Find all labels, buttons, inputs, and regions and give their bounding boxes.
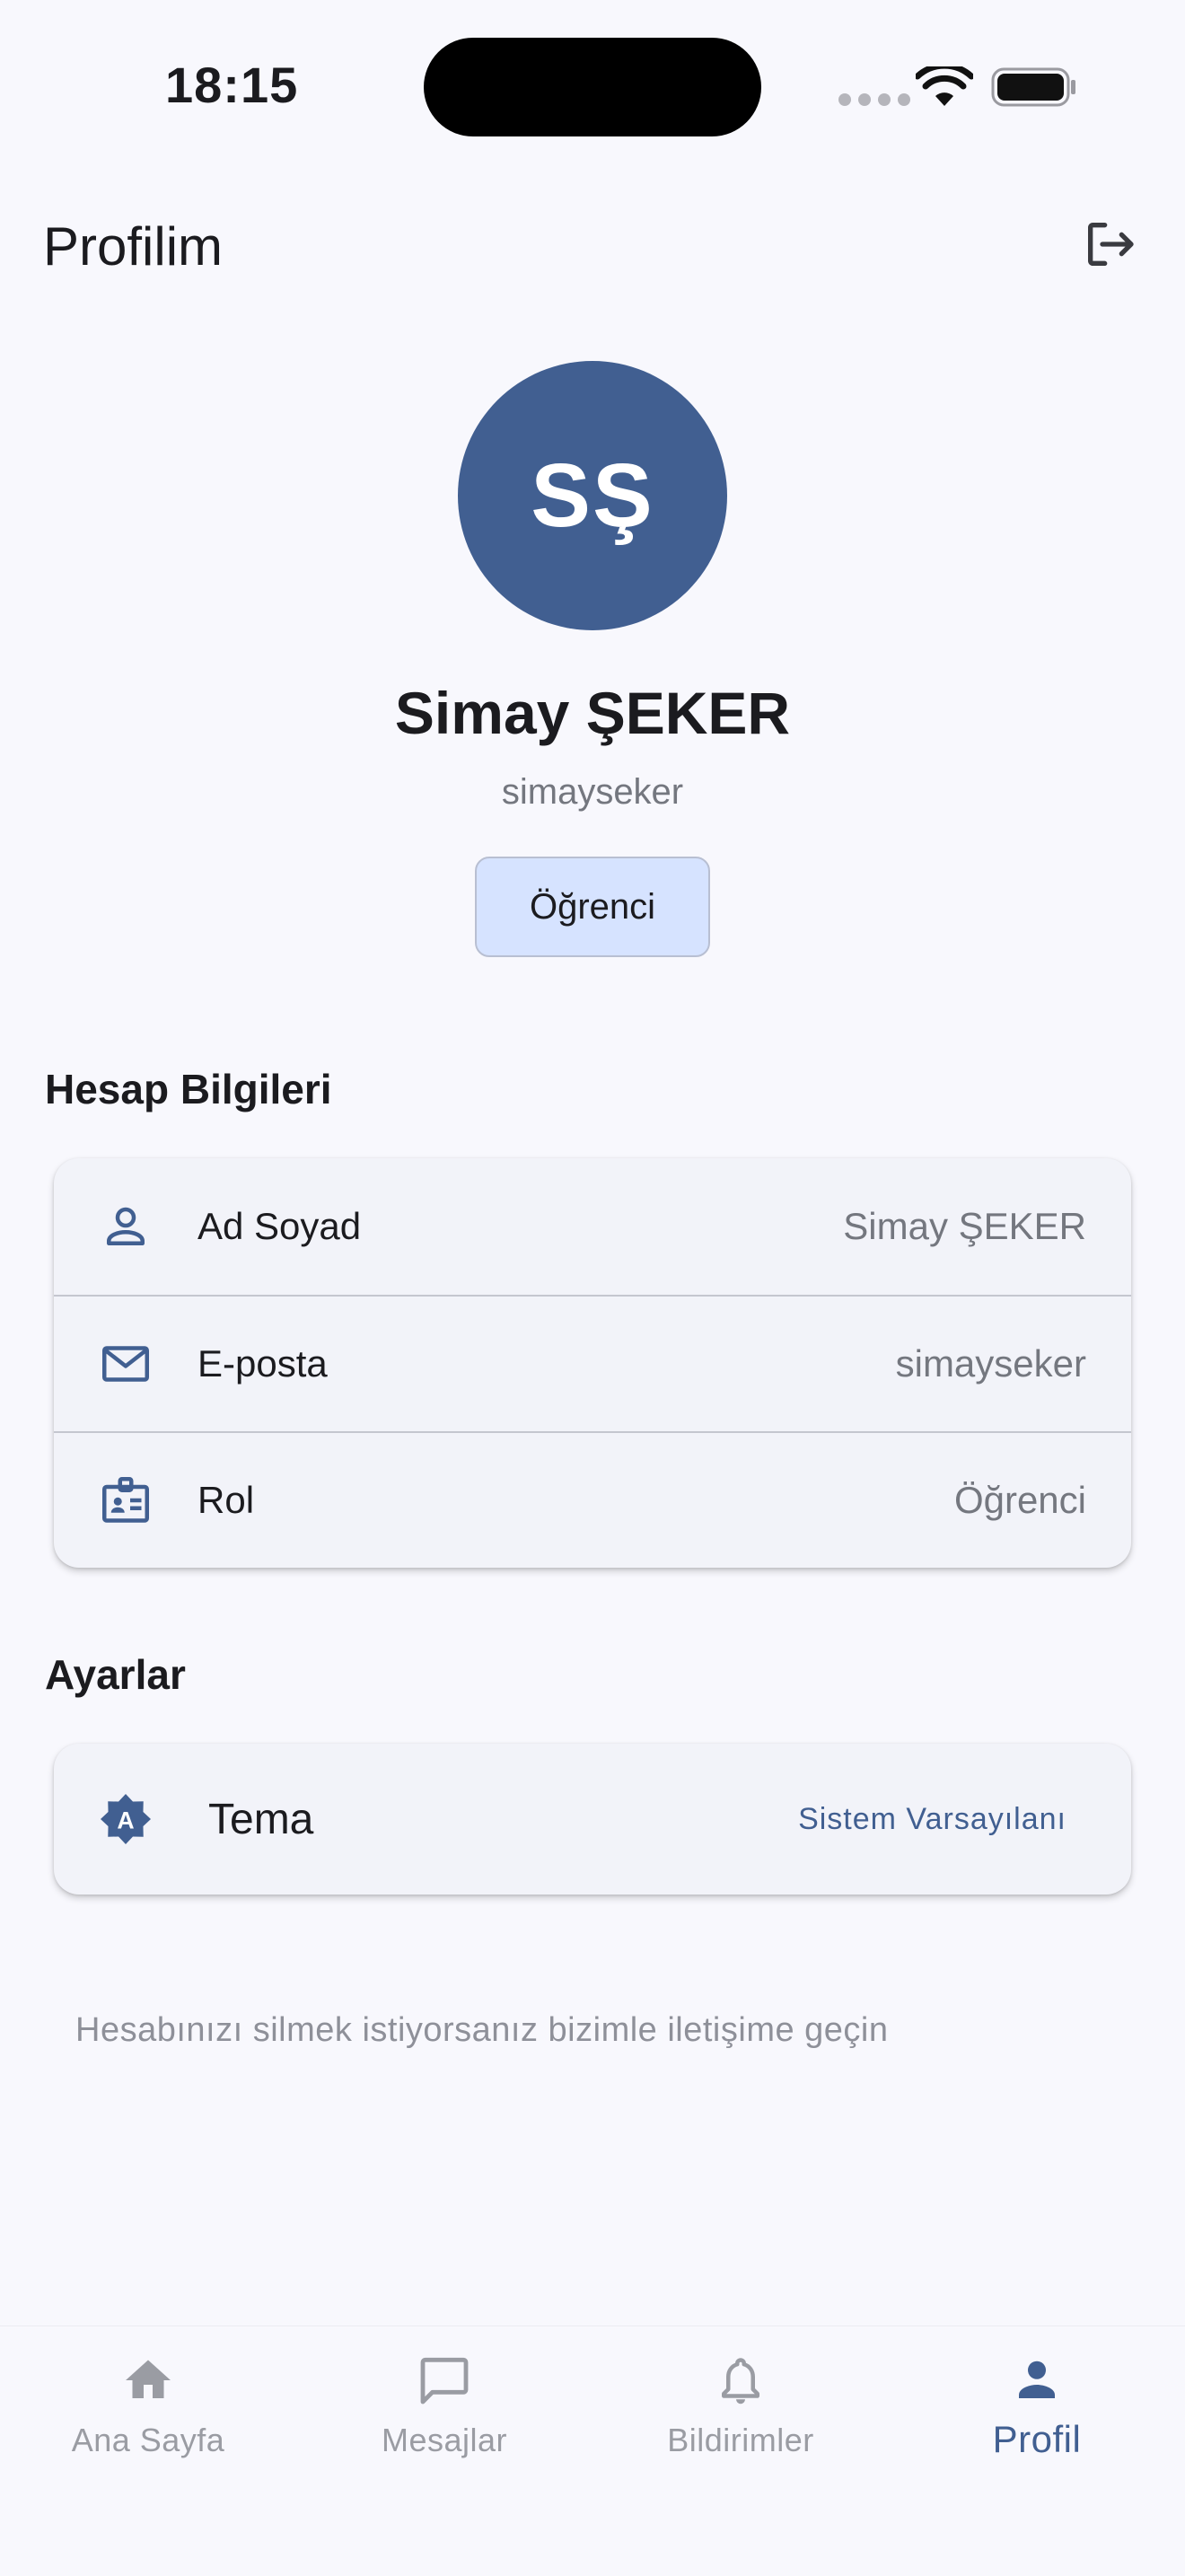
- theme-value: Sistem Varsayılanı: [798, 1801, 1066, 1836]
- account-info-card: Ad Soyad Simay ŞEKER E-posta simayseker …: [54, 1158, 1131, 1568]
- avatar: SŞ: [458, 361, 727, 630]
- badge-icon: [97, 1472, 154, 1529]
- profile-name: Simay ŞEKER: [394, 680, 791, 746]
- bottom-navigation: Ana Sayfa Mesajlar Bildirimler Profil: [0, 2325, 1185, 2576]
- wifi-icon: [916, 66, 973, 106]
- account-row-label: Ad Soyad: [198, 1205, 362, 1247]
- svg-text:A: A: [117, 1807, 134, 1834]
- role-chip: Öğrenci: [475, 857, 710, 957]
- nav-item-messages[interactable]: Mesajlar: [296, 2326, 592, 2506]
- profile-username: simayseker: [501, 772, 684, 812]
- theme-label: Tema: [208, 1795, 314, 1843]
- status-bar: 18:15: [0, 0, 1185, 180]
- nav-item-notifications[interactable]: Bildirimler: [592, 2326, 889, 2506]
- bell-icon: [712, 2352, 769, 2409]
- logout-icon: [1088, 223, 1134, 266]
- chat-icon: [416, 2352, 473, 2409]
- account-row-email: E-posta simayseker: [54, 1295, 1131, 1431]
- settings-card: A Tema Sistem Varsayılanı: [54, 1744, 1131, 1895]
- account-row-name: Ad Soyad Simay ŞEKER: [54, 1158, 1131, 1295]
- cellular-signal-icon: [838, 93, 910, 106]
- delete-account-note: Hesabınızı silmek istiyorsanız bizimle i…: [75, 2011, 889, 2049]
- theme-setting-row[interactable]: A Tema Sistem Varsayılanı: [54, 1744, 1131, 1895]
- theme-icon: A: [97, 1790, 154, 1848]
- app-bar: Profilim: [0, 189, 1185, 300]
- account-row-role: Rol Öğrenci: [54, 1431, 1131, 1568]
- account-row-value: simayseker: [895, 1342, 1086, 1385]
- nav-label: Ana Sayfa: [71, 2422, 225, 2458]
- person-icon: [1008, 2352, 1066, 2409]
- nav-label: Mesajlar: [381, 2422, 508, 2458]
- dynamic-island: [424, 38, 761, 136]
- settings-section-title: Ayarlar: [45, 1651, 186, 1698]
- battery-icon: [991, 67, 1075, 107]
- nav-item-profile[interactable]: Profil: [889, 2326, 1185, 2506]
- account-row-label: E-posta: [198, 1342, 328, 1385]
- avatar-initials: SŞ: [531, 444, 654, 546]
- status-time: 18:15: [165, 57, 299, 113]
- account-section-title: Hesap Bilgileri: [45, 1066, 332, 1112]
- home-icon: [119, 2352, 177, 2409]
- nav-label: Bildirimler: [667, 2422, 814, 2458]
- account-row-value: Simay ŞEKER: [843, 1205, 1086, 1247]
- logout-button[interactable]: [1074, 208, 1146, 280]
- account-row-label: Rol: [198, 1479, 255, 1521]
- email-icon: [97, 1335, 154, 1393]
- page-title: Profilim: [43, 216, 224, 277]
- account-row-value: Öğrenci: [953, 1479, 1086, 1521]
- person-icon: [97, 1198, 154, 1255]
- nav-label: Profil: [992, 2418, 1082, 2460]
- nav-item-home[interactable]: Ana Sayfa: [0, 2326, 296, 2506]
